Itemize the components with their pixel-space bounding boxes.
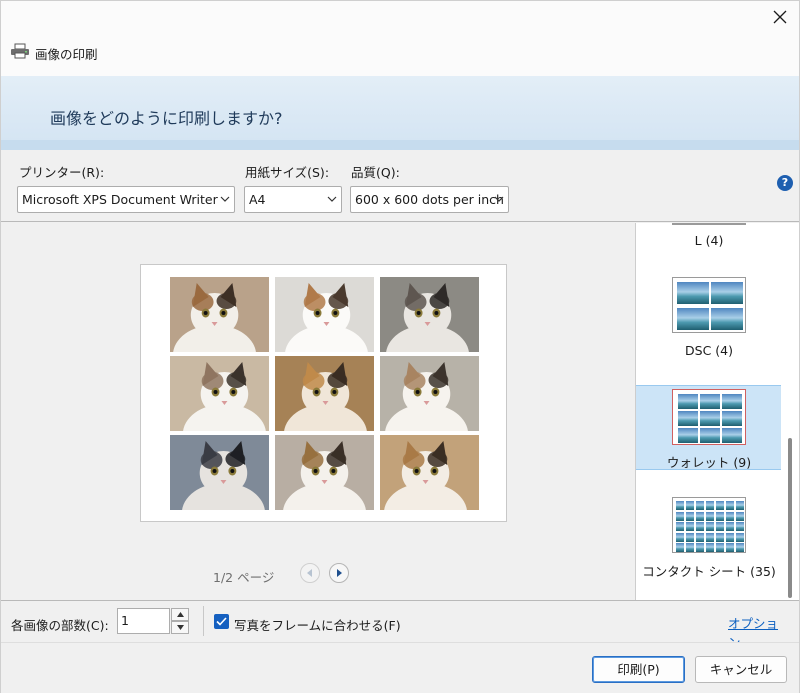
preview-page bbox=[140, 264, 507, 522]
page-indicator: 1/2 ページ bbox=[213, 570, 275, 585]
quality-select[interactable]: 600 x 600 dots per inch bbox=[350, 186, 509, 213]
close-icon bbox=[773, 10, 787, 24]
print-pictures-dialog: 画像の印刷 画像をどのように印刷しますか? プリンター(R): 用紙サイズ(S)… bbox=[0, 0, 800, 693]
next-page-button[interactable] bbox=[329, 563, 349, 583]
preview-photo bbox=[380, 435, 479, 510]
printer-select[interactable]: Microsoft XPS Document Writer bbox=[17, 186, 235, 213]
fit-to-frame-checkbox[interactable] bbox=[214, 614, 229, 629]
preview-photo bbox=[170, 356, 269, 431]
copies-decrement-button[interactable] bbox=[171, 621, 189, 634]
layout-label: L (4) bbox=[694, 233, 724, 248]
print-button[interactable]: 印刷(P) bbox=[592, 656, 685, 683]
preview-photo bbox=[275, 356, 374, 431]
chevron-down-icon bbox=[494, 196, 504, 202]
header-band bbox=[1, 140, 799, 150]
copies-increment-button[interactable] bbox=[171, 608, 189, 621]
preview-photo bbox=[275, 435, 374, 510]
triangle-down-icon bbox=[176, 625, 184, 630]
options-divider bbox=[203, 606, 204, 636]
cancel-button[interactable]: キャンセル bbox=[695, 656, 787, 683]
preview-photo bbox=[170, 277, 269, 352]
paper-size-select-value: A4 bbox=[249, 192, 266, 207]
layout-label: コンタクト シート (35) bbox=[642, 564, 776, 579]
header-question: 画像をどのように印刷しますか? bbox=[50, 109, 283, 128]
paper-size-select[interactable]: A4 bbox=[244, 186, 342, 213]
layout-label: ウォレット (9) bbox=[666, 455, 752, 470]
printer-select-value: Microsoft XPS Document Writer bbox=[22, 192, 218, 207]
chevron-down-icon bbox=[327, 196, 337, 202]
printer-label: プリンター(R): bbox=[19, 165, 105, 180]
layout-list[interactable]: L (4) DSC (4) ウォレット (9) コンタクト シート (35) bbox=[635, 223, 781, 600]
triangle-left-icon bbox=[307, 569, 312, 577]
close-button[interactable] bbox=[761, 1, 799, 33]
checkmark-icon bbox=[216, 617, 227, 626]
layout-label: DSC (4) bbox=[685, 343, 733, 358]
help-icon[interactable]: ? bbox=[777, 175, 793, 191]
title-bar bbox=[1, 1, 799, 76]
copies-label: 各画像の部数(C): bbox=[11, 618, 109, 633]
triangle-right-icon bbox=[337, 569, 342, 577]
preview-photo bbox=[380, 277, 479, 352]
paper-size-label: 用紙サイズ(S): bbox=[245, 165, 330, 180]
preview-photo bbox=[380, 356, 479, 431]
copies-input[interactable]: 1 bbox=[117, 608, 170, 634]
layout-item-wallet[interactable]: ウォレット (9) bbox=[636, 385, 781, 470]
layout-thumb-wallet bbox=[672, 389, 746, 445]
preview-photo bbox=[275, 277, 374, 352]
quality-select-value: 600 x 600 dots per inch bbox=[355, 192, 504, 207]
chevron-down-icon bbox=[220, 196, 230, 202]
layout-thumb-dsc bbox=[672, 277, 746, 333]
layout-item-contact-sheet[interactable]: コンタクト シート (35) bbox=[636, 485, 781, 585]
layout-thumb-contact-sheet bbox=[672, 497, 746, 553]
layout-item-dsc[interactable]: DSC (4) bbox=[636, 267, 781, 367]
quality-label: 品質(Q): bbox=[351, 165, 400, 180]
triangle-up-icon bbox=[176, 612, 184, 617]
layout-scrollbar-thumb[interactable] bbox=[788, 438, 792, 598]
printer-icon bbox=[11, 43, 29, 59]
preview-photo bbox=[170, 435, 269, 510]
window-title: 画像の印刷 bbox=[35, 47, 98, 62]
layout-item-l[interactable]: L (4) bbox=[636, 223, 781, 263]
fit-to-frame-label[interactable]: 写真をフレームに合わせる(F) bbox=[234, 615, 401, 634]
previous-page-button[interactable] bbox=[300, 563, 320, 583]
layout-thumb-edge bbox=[672, 223, 746, 225]
